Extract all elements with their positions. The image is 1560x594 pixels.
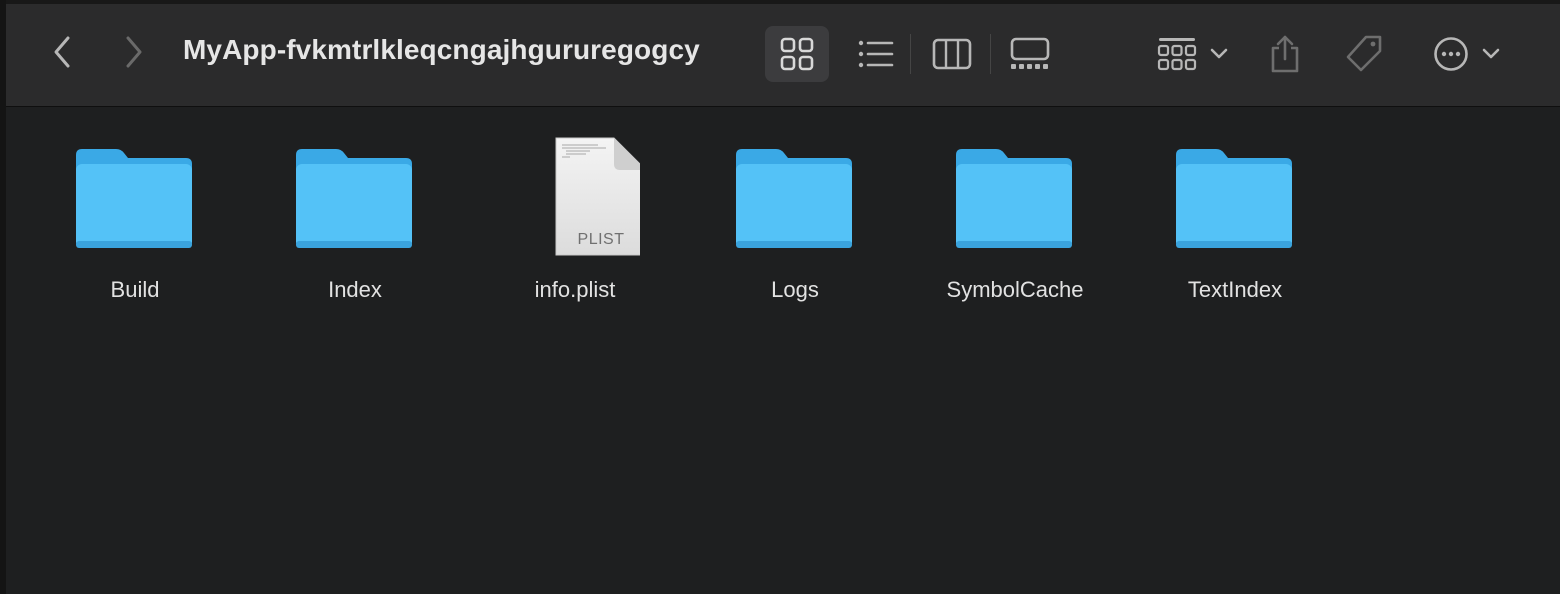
share-button[interactable]: [1260, 26, 1310, 82]
folder-icon: [730, 137, 860, 261]
file-name: Index: [328, 277, 382, 302]
file-grid: Build Index PLIST info.plist Logs Symbol…: [6, 107, 1560, 594]
file-item[interactable]: Build: [45, 137, 225, 317]
file-name: SymbolCache: [946, 277, 1084, 302]
file-name: TextIndex: [1187, 277, 1283, 302]
file-name: Logs: [771, 277, 819, 302]
back-button[interactable]: [42, 30, 82, 74]
list-icon: [858, 40, 894, 68]
chevron-right-icon: [126, 36, 142, 68]
file-type-badge: PLIST: [577, 231, 625, 248]
ellipsis-circle-icon: [1434, 37, 1468, 71]
gallery-icon: [1010, 37, 1050, 69]
more-actions-button[interactable]: [1424, 26, 1510, 82]
group-grid-icon: [1157, 38, 1197, 71]
toolbar: MyApp-fvkmtrlkleqcngajhgururegogcy: [6, 4, 1560, 107]
tag-button[interactable]: [1336, 26, 1392, 82]
toolbar-separator: [910, 34, 911, 74]
folder-icon: [1170, 137, 1300, 261]
file-item[interactable]: TextIndex: [1145, 137, 1325, 317]
folder-icon: [950, 137, 1080, 261]
columns-icon: [932, 38, 972, 70]
file-name: Build: [110, 277, 160, 302]
file-name: info.plist: [534, 277, 616, 302]
group-by-button[interactable]: [1148, 26, 1238, 82]
document-icon: PLIST: [510, 137, 647, 261]
gallery-view-button[interactable]: [1002, 26, 1058, 82]
file-item[interactable]: Index: [265, 137, 445, 317]
list-view-button[interactable]: [848, 26, 904, 82]
file-item[interactable]: PLIST info.plist: [485, 137, 665, 317]
toolbar-separator: [990, 34, 991, 74]
file-item[interactable]: SymbolCache: [925, 137, 1105, 317]
share-icon: [1271, 35, 1299, 73]
chevron-down-icon: [1482, 48, 1500, 59]
window-title: MyApp-fvkmtrlkleqcngajhgururegogcy: [183, 34, 700, 65]
folder-icon: [70, 137, 200, 261]
chevron-left-icon: [54, 36, 70, 68]
folder-icon: [290, 137, 420, 261]
file-item[interactable]: Logs: [705, 137, 885, 317]
column-view-button[interactable]: [924, 26, 980, 82]
forward-button[interactable]: [114, 30, 154, 74]
icon-view-button[interactable]: [765, 26, 829, 82]
grid-icon: [780, 37, 814, 71]
finder-window: MyApp-fvkmtrlkleqcngajhgururegogcy Build…: [0, 0, 1560, 594]
tag-icon: [1346, 35, 1382, 72]
chevron-down-icon: [1210, 48, 1228, 59]
